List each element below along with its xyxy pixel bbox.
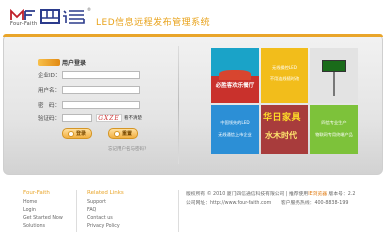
page-header: Four-Faith ® LED信息远程发布管理系统 (0, 0, 386, 34)
password-label: 密 码： (38, 103, 61, 109)
footer-link-login[interactable]: Login (23, 207, 63, 215)
tile-text: 物联网专用终端产品 (315, 132, 353, 137)
showcase-tile-led-sign: 华日家具 水木时代 (261, 105, 308, 154)
billboard-icon (322, 60, 346, 72)
captcha-input[interactable] (62, 114, 92, 122)
login-badge-icon (38, 59, 60, 66)
tile-text: 中国领先的LED (220, 120, 250, 125)
footer-link-privacy[interactable]: Privacy Policy (87, 223, 124, 231)
footer-divider (178, 190, 179, 232)
username-label: 用户名： (38, 88, 61, 94)
footer-link-support[interactable]: Support (87, 199, 124, 207)
copyright-text: 版权所有 © 2010 厦门四信通信科技有限公司 | 推荐使用 (186, 192, 309, 197)
showcase-tile-company: 中国领先的LED 无线通信上市企业 (211, 105, 259, 154)
captcha-refresh-link[interactable]: 看不清楚 (124, 115, 142, 121)
website-url[interactable]: 公司网址：http://www.four-faith.com (186, 201, 271, 206)
reset-button-icon (113, 130, 120, 137)
version-number: 2.2 (347, 192, 356, 197)
captcha-label: 验证码： (38, 116, 61, 122)
panel-divider (178, 46, 179, 164)
browser-recommend: IE浏览器 (308, 192, 328, 197)
company-logo-cn (40, 9, 85, 24)
billboard-pole (333, 72, 335, 96)
footer-link-contact[interactable]: Contact us (87, 215, 124, 223)
logo-subtitle: Four-Faith (10, 21, 38, 27)
footer-column-related: Related Links Support FAQ Contact us Pri… (87, 190, 124, 231)
login-button[interactable]: 登录 (62, 128, 92, 139)
showcase-tile-storefront: 必胜客欢乐餐厅 (211, 48, 259, 103)
username-input[interactable] (62, 86, 140, 94)
tile-text: 无线通信上市企业 (218, 132, 252, 137)
footer-link-home[interactable]: Home (23, 199, 63, 207)
version-label: 版本号： (327, 192, 348, 197)
panel-top-accent (3, 34, 383, 37)
four-faith-logo-icon (10, 9, 35, 20)
led-sign-text-2: 水木时代 (265, 131, 297, 140)
footer-heading: Four-Faith (23, 190, 50, 196)
website-line: 公司网址：http://www.four-faith.com 客户服务热线：40… (186, 199, 348, 206)
system-title: LED信息远程发布管理系统 (96, 18, 211, 28)
led-sign-text: 华日家具 (263, 113, 302, 123)
login-button-icon (67, 130, 74, 137)
captcha-row: 验证码： GXZE 看不清楚 (38, 114, 142, 122)
showcase-tile-billboard (310, 48, 358, 103)
enterprise-id-input[interactable] (62, 71, 140, 79)
enterprise-id-row: 企业ID： (38, 71, 140, 79)
footer-link-faq[interactable]: FAQ (87, 207, 124, 215)
tile-text: 四信专业生产 (321, 120, 347, 125)
showcase-tile-iot: 四信专业生产 物联网专用终端产品 (310, 105, 358, 154)
service-hotline: 客户服务热线：400-8838-199 (280, 201, 349, 206)
footer-link-solutions[interactable]: Solutions (23, 223, 63, 231)
copyright-line: 版权所有 © 2010 厦门四信通信科技有限公司 | 推荐使用IE浏览器 版本号… (186, 190, 355, 197)
showcase-tile-wireless: 无线操控LED 不用连线随时改 (261, 48, 308, 103)
tile-text: 无线操控LED (272, 65, 297, 70)
reset-button-label: 重置 (121, 131, 132, 137)
captcha-image[interactable]: GXZE (96, 114, 122, 122)
forgot-credentials-link[interactable]: 忘记用户名与密码? (108, 146, 146, 152)
footer-divider (76, 190, 77, 232)
storefront-roof-icon (219, 70, 251, 80)
enterprise-id-label: 企业ID： (38, 73, 61, 79)
login-button-label: 登录 (75, 131, 86, 137)
footer-heading: Related Links (87, 190, 124, 196)
username-row: 用户名： (38, 86, 140, 94)
login-heading: 用户登录 (38, 58, 86, 67)
password-input[interactable] (62, 101, 140, 109)
footer-link-get-started[interactable]: Get Started Now (23, 215, 63, 223)
reset-button[interactable]: 重置 (108, 128, 138, 139)
registered-mark: ® (87, 7, 91, 12)
footer-column-company: Four-Faith Home Login Get Started Now So… (23, 190, 63, 231)
login-title-text: 用户登录 (62, 60, 87, 67)
tile-text: 不用连线随时改 (269, 76, 300, 81)
storefront-sign: 必胜客欢乐餐厅 (215, 83, 255, 89)
password-row: 密 码： (38, 101, 140, 109)
